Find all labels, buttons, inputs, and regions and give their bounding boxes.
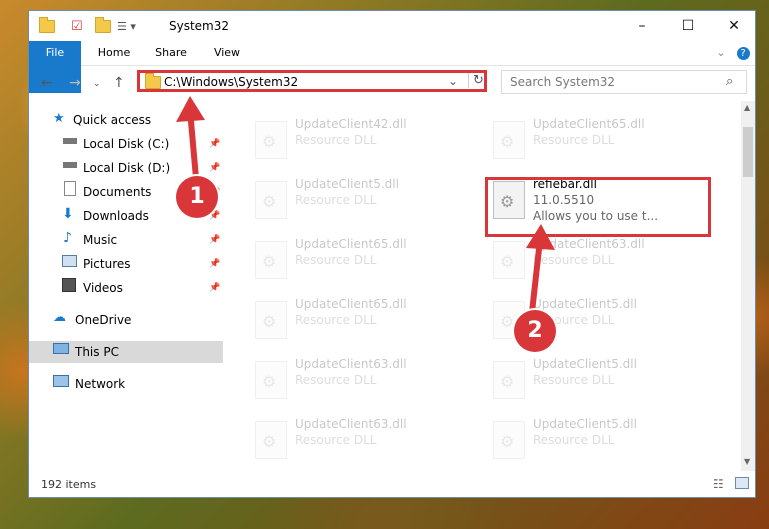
dll-file-icon: [255, 241, 287, 279]
download-arrow-icon: ⬇: [62, 206, 74, 222]
nav-music[interactable]: ♪ Music 📌: [29, 229, 223, 251]
back-arrow-icon[interactable]: ←: [41, 75, 53, 91]
list-item[interactable]: UpdateClient5.dll Resource DLL: [483, 355, 703, 407]
explorer-window: ☑ ☰ ▾ System32 – ☐ ✕ File Home Share Vie…: [28, 10, 756, 498]
file-highlight-box: [485, 177, 711, 237]
list-item[interactable]: UpdateClient65.dll Resource DLL: [483, 115, 703, 167]
forward-arrow-icon[interactable]: →: [69, 75, 81, 91]
dll-file-icon: [255, 421, 287, 459]
nav-videos[interactable]: Videos 📌: [29, 277, 223, 299]
help-icon[interactable]: ?: [735, 41, 751, 65]
cloud-icon: ☁: [53, 310, 66, 325]
address-bar[interactable]: C:\Windows\System32 ⌄ ↻: [137, 70, 487, 92]
film-icon: [62, 278, 76, 292]
folder-icon: [145, 73, 161, 89]
scroll-down-icon[interactable]: ▼: [744, 457, 750, 466]
list-item[interactable]: UpdateClient63.dll Resource DLL: [483, 235, 703, 287]
recent-chevron-icon[interactable]: ⌄: [93, 79, 101, 89]
nav-pictures[interactable]: Pictures 📌: [29, 253, 223, 275]
up-arrow-icon[interactable]: ↑: [113, 75, 125, 91]
pin-icon: 📌: [209, 235, 221, 245]
nav-network[interactable]: Network: [29, 373, 223, 395]
list-item[interactable]: UpdateClient42.dll Resource DLL: [245, 115, 465, 167]
details-view-icon[interactable]: ☷: [713, 477, 724, 491]
maximize-button[interactable]: ☐: [665, 11, 711, 41]
refresh-icon[interactable]: ↻: [468, 73, 484, 88]
tab-home[interactable]: Home: [91, 41, 137, 65]
drive-icon: [63, 138, 77, 144]
address-row: ← → ⌄ ↑ C:\Windows\System32 ⌄ ↻ Search S…: [29, 66, 755, 100]
dll-file-icon: [493, 121, 525, 159]
status-bar: 192 items ☷: [29, 473, 755, 497]
tab-share[interactable]: Share: [147, 41, 195, 65]
dll-file-icon: [255, 181, 287, 219]
pin-icon: 📌: [209, 163, 221, 173]
search-placeholder: Search System32: [510, 75, 616, 89]
properties-icon[interactable]: ☑: [71, 18, 83, 34]
search-icon: ⌕: [726, 74, 734, 89]
pictures-icon: [62, 255, 77, 267]
computer-icon: [53, 343, 69, 354]
dll-file-icon: [255, 361, 287, 399]
address-path: C:\Windows\System32: [164, 75, 299, 89]
ribbon: File Home Share View ⌄ ?: [29, 41, 755, 93]
scrollbar-thumb[interactable]: [743, 127, 753, 177]
title-bar: ☑ ☰ ▾ System32 – ☐ ✕: [29, 11, 755, 41]
dll-file-icon: [493, 421, 525, 459]
navigation-pane: ★ Quick access Local Disk (C:) 📌 Local D…: [29, 101, 225, 471]
drive-icon: [63, 162, 77, 168]
list-item[interactable]: UpdateClient63.dll Resource DLL: [245, 415, 465, 467]
pin-icon: 📌: [209, 283, 221, 293]
nav-local-disk-c[interactable]: Local Disk (C:) 📌: [29, 133, 223, 155]
tab-view[interactable]: View: [205, 41, 249, 65]
customize-qat-icon[interactable]: ☰ ▾: [117, 18, 136, 34]
list-item[interactable]: UpdateClient5.dll Resource DLL: [483, 415, 703, 467]
music-note-icon: ♪: [63, 230, 72, 246]
nav-onedrive[interactable]: ☁ OneDrive: [29, 309, 223, 331]
scroll-up-icon[interactable]: ▲: [744, 103, 750, 112]
nav-this-pc[interactable]: This PC: [29, 341, 223, 363]
file-list: UpdateClient42.dll Resource DLL UpdateCl…: [225, 101, 741, 471]
star-icon: ★: [53, 111, 65, 126]
callout-badge-1: 1: [176, 176, 218, 218]
tiles-view-icon[interactable]: [735, 477, 749, 489]
callout-badge-2: 2: [514, 310, 556, 352]
nav-quick-access[interactable]: ★ Quick access: [29, 109, 223, 131]
new-folder-icon[interactable]: [95, 16, 111, 34]
dll-file-icon: [493, 241, 525, 279]
item-count: 192 items: [41, 478, 97, 491]
vertical-scrollbar[interactable]: ▲ ▼: [741, 101, 755, 471]
document-icon: [64, 181, 76, 196]
pin-icon: 📌: [209, 139, 221, 149]
minimize-button[interactable]: –: [619, 11, 665, 41]
search-input[interactable]: Search System32 ⌕: [501, 70, 747, 94]
list-item[interactable]: UpdateClient5.dll Resource DLL: [245, 175, 465, 227]
dll-file-icon: [255, 121, 287, 159]
close-button[interactable]: ✕: [711, 11, 757, 41]
address-dropdown-icon[interactable]: ⌄: [448, 74, 458, 88]
pin-icon: 📌: [209, 259, 221, 269]
list-item[interactable]: UpdateClient65.dll Resource DLL: [245, 295, 465, 347]
list-item[interactable]: UpdateClient65.dll Resource DLL: [245, 235, 465, 287]
window-title: System32: [169, 19, 230, 33]
dll-file-icon: [255, 301, 287, 339]
network-icon: [53, 375, 69, 387]
dll-file-icon: [493, 361, 525, 399]
list-item[interactable]: UpdateClient63.dll Resource DLL: [245, 355, 465, 407]
expand-ribbon-icon[interactable]: ⌄: [713, 41, 729, 65]
folder-icon: [39, 16, 55, 34]
